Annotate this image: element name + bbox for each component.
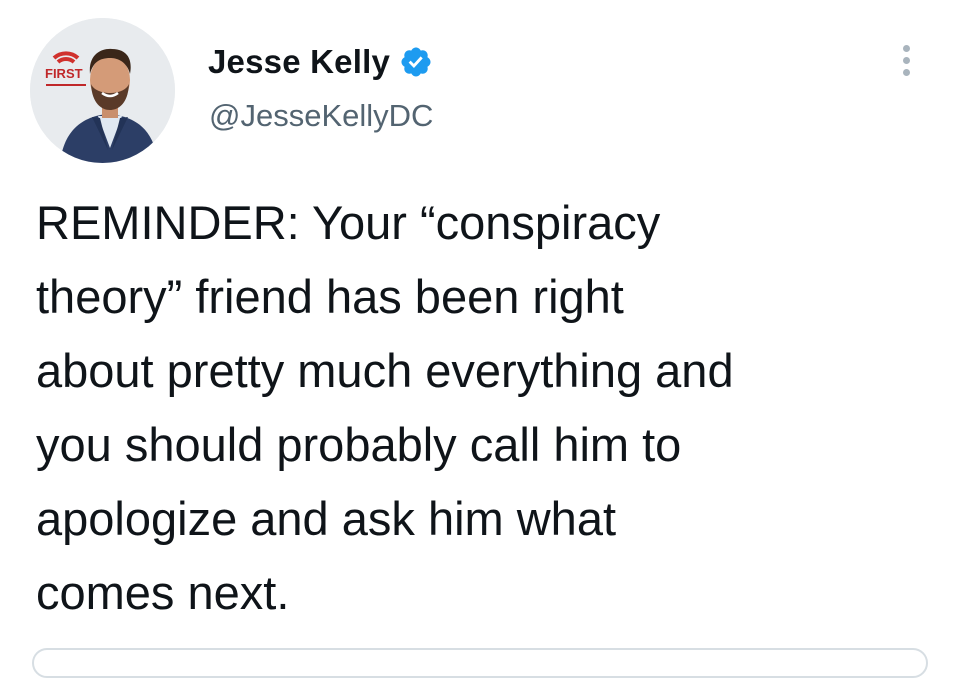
tweet-text-line: theory” friend has been right [36,270,624,323]
tweet-text-line: about pretty much everything and [36,344,734,397]
more-dot [902,44,910,52]
avatar[interactable]: FIRST [30,18,175,163]
tweet-text-line: apologize and ask him what [36,492,617,545]
more-options-icon[interactable] [892,38,920,82]
tweet-text: REMINDER: Your “conspiracy theory” frien… [36,186,936,630]
verified-badge-icon [399,45,433,79]
more-dot [902,56,910,64]
author-handle[interactable]: @JesseKellyDC [209,98,433,134]
tweet-text-line: REMINDER: Your “conspiracy [36,196,661,249]
tweet-text-line: comes next. [36,566,290,619]
link-card-edge[interactable] [32,648,928,678]
more-dot [902,68,910,76]
author-display-name[interactable]: Jesse Kelly [208,43,390,81]
svg-text:FIRST: FIRST [45,66,83,81]
tweet-card: FIRST Jesse Kelly @JesseKellyDC REMINDER… [0,0,960,678]
avatar-image: FIRST [30,18,175,163]
tweet-text-line: you should probably call him to [36,418,682,471]
author-name-row: Jesse Kelly [208,40,433,84]
